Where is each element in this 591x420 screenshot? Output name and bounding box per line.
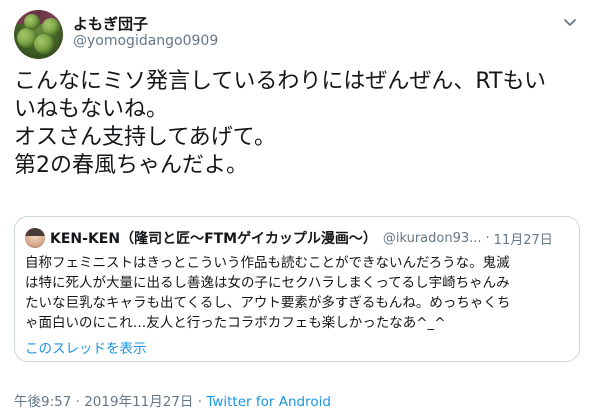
tweet-text-line: こんなにミソ発言しているわりにはぜんぜん、RTもい [14,69,547,94]
quoted-author-display-name: KEN-KEN（隆司と匠〜FTMゲイカップル漫画〜） [50,231,377,247]
quoted-tweet[interactable]: KEN-KEN（隆司と匠〜FTMゲイカップル漫画〜） @ikuradon93..… [14,216,580,362]
footer-separator: · [197,394,203,410]
source-app-link[interactable]: Twitter for Android [206,394,331,410]
tweet-text-line: オスさん支持してあげて。 [14,125,277,150]
quoted-author-avatar [25,228,45,248]
show-thread-link[interactable]: このスレッドを表示 [25,337,147,357]
tweet-text-line: 第2の春風ちゃんだよ。 [14,153,248,178]
quoted-text-line: たいな巨乳なキャラも出てくるし、アウト要素が多すぎるもんね。めっちゃくち [25,295,511,311]
tweet-text-line: いねもないね。 [14,97,169,122]
quoted-text-line: ゃ面白いのにこれ…友人と行ったコラボカフェも楽しかったなあ^_^ [25,315,446,331]
tweet-text: こんなにミソ発言しているわりにはぜんぜん、RTもい いねもないね。 オスさん支持… [14,68,580,180]
quoted-author-screen-name: @ikuradon93... [382,230,482,246]
tweet-time[interactable]: 午後9:57 [14,394,71,410]
footer-separator: · [75,394,80,410]
quoted-tweet-header: KEN-KEN（隆司と匠〜FTMゲイカップル漫画〜） @ikuradon93..… [25,228,553,248]
quoted-tweet-text: 自称フェミニストはきっとこういう作品も読むことができないんだろうな。鬼滅 は特に… [25,253,573,333]
quoted-text-line: は特に死人が大量に出るし善逸は女の子にセクハラしまくってるし宇崎ちゃんみ [25,275,510,291]
tweet-date[interactable]: 2019年11月27日 [84,394,193,410]
author-avatar[interactable] [14,10,63,59]
author-screen-name[interactable]: @yomogidango0909 [73,33,218,49]
author-display-name[interactable]: よもぎ団子 [73,13,148,34]
quoted-text-line: 自称フェミニストはきっとこういう作品も読むことができないんだろうな。鬼滅 [25,255,510,271]
chevron-down-icon[interactable] [562,14,578,30]
tweet-footer: 午後9:57 · 2019年11月27日 · Twitter for Andro… [14,390,331,410]
quoted-separator: · [485,230,490,246]
quoted-date: 11月27日 [493,232,553,248]
tweet-card: よもぎ団子 @yomogidango0909 こんなにミソ発言しているわりにはぜ… [0,0,591,420]
